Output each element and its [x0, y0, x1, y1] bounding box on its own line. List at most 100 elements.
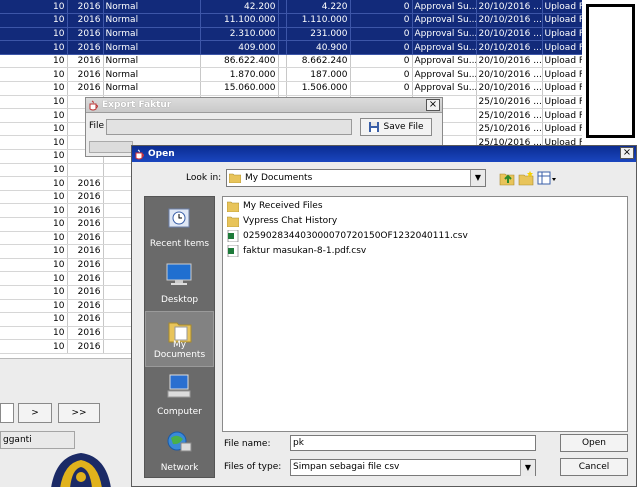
place-label: My Documents [153, 340, 206, 360]
table-cell [278, 54, 287, 69]
place-network[interactable]: Network [145, 423, 214, 479]
table-cell: 25/10/2016 ... [476, 108, 543, 123]
table-cell: Normal [103, 40, 201, 55]
table-cell: Approval Su... [412, 13, 477, 28]
export-window-titlebar[interactable]: Export Faktur [86, 98, 442, 113]
table-cell: 25/10/2016 ... [476, 95, 543, 110]
table-cell: 10 [0, 176, 68, 191]
table-cell: 2016 [67, 299, 104, 314]
open-dialog-titlebar[interactable]: Open [132, 146, 636, 162]
export-window-title: Export Faktur [102, 100, 172, 110]
table-row[interactable]: 10 2016 Normal 15.060.000 1.506.000 0 Approval… [0, 81, 583, 96]
place-my-documents[interactable]: My Documents [145, 311, 214, 367]
file-list-item[interactable]: Vypress Chat History [227, 214, 337, 228]
table-cell: 20/10/2016 ... [476, 54, 543, 69]
open-dialog-title: Open [148, 149, 175, 159]
table-cell: 1.870.000 [200, 67, 279, 83]
table-cell: 187.000 [286, 67, 351, 83]
table-cell: 10 [0, 108, 68, 123]
look-in-combo[interactable]: My Documents ▼ [226, 169, 486, 187]
organization-logo-icon [51, 453, 111, 487]
csv-file-icon [227, 245, 239, 257]
network-icon [167, 431, 192, 452]
table-cell: Approval Su... [412, 54, 477, 69]
table-cell: Upload Fakt... [542, 95, 583, 110]
table-cell: 10 [0, 339, 68, 354]
table-cell: 0 [350, 81, 413, 96]
export-file-field[interactable] [106, 119, 352, 135]
file-list-item[interactable]: faktur masukan-8-1.pdf.csv [227, 244, 366, 258]
cancel-button[interactable]: Cancel [560, 458, 628, 476]
table-cell: 10 [0, 27, 68, 42]
page-number-field[interactable] [0, 403, 14, 423]
file-name-input[interactable] [290, 435, 536, 451]
file-type-value: Simpan sebagai file csv [293, 462, 400, 472]
look-in-label: Look in: [186, 173, 222, 183]
table-cell: Upload Fakt... [542, 0, 583, 15]
table-cell: Approval Su... [412, 27, 477, 42]
next-page-button[interactable]: > [18, 403, 52, 423]
file-name: Vypress Chat History [243, 216, 338, 226]
pagination-area: > >> gganti [0, 358, 135, 487]
table-cell: 10 [0, 231, 68, 246]
place-label: Recent Items [149, 239, 210, 249]
table-cell: 2016 [67, 190, 104, 205]
chevron-down-icon[interactable]: ▼ [520, 460, 535, 476]
table-cell: 8.662.240 [286, 54, 351, 69]
last-page-button[interactable]: >> [58, 403, 100, 423]
place-computer[interactable]: Computer [145, 367, 214, 423]
file-type-label: Files of type: [224, 462, 282, 472]
table-cell: 10 [0, 149, 68, 164]
status-text: gganti [0, 431, 75, 449]
table-cell: Upload Fakt... [542, 122, 583, 137]
up-folder-icon[interactable] [499, 170, 515, 186]
export-close-button[interactable]: × [426, 99, 440, 111]
table-cell: 0 [350, 40, 413, 55]
file-type-combo[interactable]: Simpan sebagai file csv ▼ [290, 459, 536, 476]
new-folder-icon[interactable] [518, 170, 534, 186]
table-cell: 10 [0, 217, 68, 232]
view-menu-icon[interactable] [537, 170, 557, 186]
table-cell: 86.622.400 [200, 54, 279, 69]
table-cell: Upload Fakt... [542, 81, 583, 96]
place-label: Network [160, 463, 199, 473]
table-cell: 2016 [67, 13, 104, 28]
table-cell: 0 [350, 54, 413, 69]
table-cell: Upload Fakt... [542, 40, 583, 55]
table-cell: 10 [0, 312, 68, 327]
table-cell: 20/10/2016 ... [476, 81, 543, 96]
chevron-down-icon[interactable]: ▼ [470, 170, 485, 186]
place-desktop[interactable]: Desktop [145, 255, 214, 311]
table-cell: 10 [0, 122, 68, 137]
table-row[interactable]: 10 2016 Normal 409.000 40.900 0 Approval Su...… [0, 40, 583, 55]
table-cell: 2016 [67, 54, 104, 69]
save-file-label: Save File [383, 122, 424, 132]
java-cup-icon [89, 100, 98, 110]
table-cell: 2016 [67, 271, 104, 286]
file-list-item[interactable]: 025902834403000070720150OF1232040111.csv [227, 229, 468, 243]
table-cell: 15.060.000 [200, 81, 279, 96]
place-recent-items[interactable]: Recent Items [145, 199, 214, 255]
recent-items-icon [168, 208, 190, 228]
table-cell: 10 [0, 40, 68, 55]
table-row[interactable]: 10 2016 Normal 11.100.000 1.110.000 0 Approval… [0, 13, 583, 28]
table-row[interactable]: 10 2016 Normal 42.200 4.220 0 Approval Su... 20… [0, 0, 583, 15]
table-cell: 20/10/2016 ... [476, 40, 543, 55]
open-close-button[interactable]: × [620, 147, 634, 159]
computer-icon [167, 374, 191, 398]
table-cell: 2016 [67, 285, 104, 300]
file-list-item[interactable]: My Received Files [227, 199, 323, 213]
table-row[interactable]: 10 2016 Normal 2.310.000 231.000 0 Approval Su… [0, 27, 583, 42]
table-cell: Normal [103, 13, 201, 28]
table-cell [278, 81, 287, 96]
table-cell: 0 [350, 0, 413, 15]
open-button[interactable]: Open [560, 434, 628, 452]
table-cell [278, 27, 287, 42]
table-cell: 11.100.000 [200, 13, 279, 28]
table-cell: 2016 [67, 40, 104, 55]
save-file-button[interactable]: Save File [360, 118, 432, 136]
table-row[interactable]: 10 2016 Normal 86.622.400 8.662.240 0 Approval… [0, 54, 583, 69]
table-cell: 4.220 [286, 0, 351, 15]
table-row[interactable]: 10 2016 Normal 1.870.000 187.000 0 Approval Su… [0, 67, 583, 83]
table-cell: 10 [0, 244, 68, 259]
